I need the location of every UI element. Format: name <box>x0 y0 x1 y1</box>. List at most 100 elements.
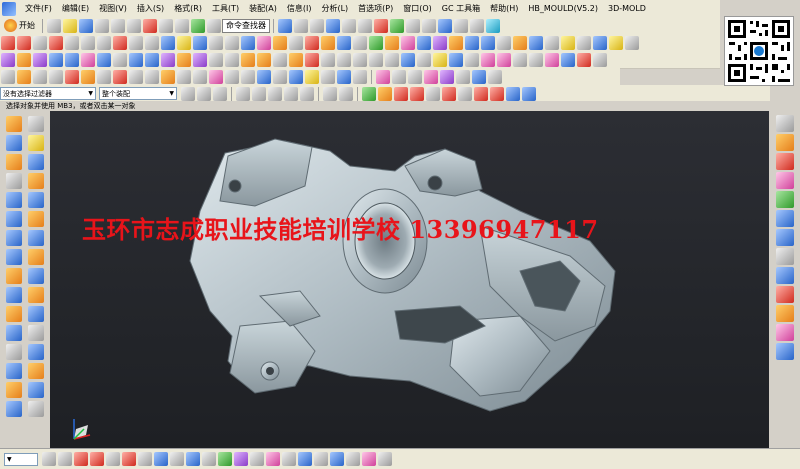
constraint-navigator-icon[interactable] <box>6 135 22 151</box>
curve-analysis-icon[interactable] <box>193 69 207 84</box>
polygon-icon[interactable] <box>129 35 143 50</box>
sphere-feature-icon[interactable] <box>577 35 591 50</box>
angle-icon[interactable] <box>241 69 255 84</box>
pattern-face-icon[interactable] <box>369 52 383 67</box>
menu-edit[interactable]: 编辑(E) <box>57 3 94 14</box>
gate-icon[interactable] <box>28 325 44 341</box>
tools-panel-icon[interactable] <box>776 286 794 303</box>
movie-icon[interactable] <box>170 452 184 466</box>
standard-part-icon[interactable] <box>28 249 44 265</box>
unsuppress-feature-icon[interactable] <box>81 69 95 84</box>
cylinder-icon[interactable] <box>545 35 559 50</box>
pocket-tool-icon[interactable] <box>28 363 44 379</box>
lifter-icon[interactable] <box>28 287 44 303</box>
delete-icon[interactable] <box>143 18 157 33</box>
bridge-curve-icon[interactable] <box>273 35 287 50</box>
window-icon[interactable] <box>454 18 468 33</box>
cube-icon[interactable] <box>28 154 44 170</box>
point-constructor-icon[interactable] <box>74 452 88 466</box>
intersect-icon[interactable] <box>33 52 47 67</box>
studio-icon[interactable] <box>362 452 376 466</box>
revolve-icon[interactable] <box>481 35 495 50</box>
linked-face-icon[interactable] <box>353 52 367 67</box>
wrap-curve-icon[interactable] <box>369 35 383 50</box>
mirror-feature-icon[interactable] <box>193 52 207 67</box>
point-icon[interactable] <box>65 35 79 50</box>
select-all-icon[interactable] <box>213 86 227 101</box>
remove-parameters-icon[interactable] <box>97 69 111 84</box>
slider-icon[interactable] <box>28 268 44 284</box>
hide-icon[interactable] <box>392 69 406 84</box>
project-curve-icon[interactable] <box>177 35 191 50</box>
rotate-icon[interactable] <box>310 18 324 33</box>
measure-icon[interactable] <box>486 18 500 33</box>
hole-icon[interactable] <box>593 35 607 50</box>
mass-properties-icon[interactable] <box>257 69 271 84</box>
cylinder-analysis-icon[interactable] <box>289 69 303 84</box>
history-icon[interactable] <box>6 230 22 246</box>
menu-hb-mould[interactable]: HB_MOULD(V5.2) <box>523 4 603 13</box>
edit-feature-icon[interactable] <box>17 69 31 84</box>
synchronous-icon[interactable] <box>337 52 351 67</box>
runner-icon[interactable] <box>28 344 44 360</box>
bounded-plane-icon[interactable] <box>465 52 479 67</box>
block-library-icon[interactable] <box>28 230 44 246</box>
control-point-icon[interactable] <box>410 86 424 101</box>
part-list-icon[interactable] <box>776 153 794 170</box>
snap-icon[interactable] <box>470 18 484 33</box>
draft-icon[interactable] <box>97 52 111 67</box>
chart-icon[interactable] <box>776 191 794 208</box>
move-object-icon[interactable] <box>1 69 15 84</box>
intersection-point-icon[interactable] <box>426 86 440 101</box>
trim-curve-icon[interactable] <box>209 35 223 50</box>
point-on-curve-icon[interactable] <box>490 86 504 101</box>
intersection-curve-icon[interactable] <box>193 35 207 50</box>
suppress-feature-icon[interactable] <box>65 69 79 84</box>
sphere-icon[interactable] <box>406 18 420 33</box>
menu-window[interactable]: 窗口(O) <box>398 3 437 14</box>
studio-surface-icon[interactable] <box>449 52 463 67</box>
menu-tools[interactable]: 工具(T) <box>207 3 244 14</box>
tool-icon[interactable] <box>28 211 44 227</box>
move-face-icon[interactable] <box>257 52 271 67</box>
datum-axis-icon[interactable] <box>401 35 415 50</box>
distance-icon[interactable] <box>225 69 239 84</box>
palette-icon[interactable] <box>6 344 22 360</box>
section-curve-icon[interactable] <box>353 35 367 50</box>
mold-wizard-icon[interactable] <box>6 363 22 379</box>
datum-csys-icon[interactable] <box>417 35 431 50</box>
extract-curve-icon[interactable] <box>257 35 271 50</box>
menu-format[interactable]: 格式(R) <box>169 3 207 14</box>
extrude-icon[interactable] <box>465 35 479 50</box>
object-display-icon[interactable] <box>376 69 390 84</box>
perspective-icon[interactable] <box>378 452 392 466</box>
menu-file[interactable]: 文件(F) <box>20 3 57 14</box>
command-finder-input[interactable]: 命令查找器 <box>222 18 270 33</box>
die-wizard-icon[interactable] <box>6 382 22 398</box>
reuse-library-icon[interactable] <box>6 173 22 189</box>
plane-constructor-icon[interactable] <box>106 452 120 466</box>
fillet-curve-icon[interactable] <box>97 35 111 50</box>
tube-icon[interactable] <box>513 35 527 50</box>
web-icon[interactable] <box>776 210 794 227</box>
gear-icon[interactable] <box>28 192 44 208</box>
feature-parameters-icon[interactable] <box>33 69 47 84</box>
offset-curve-icon[interactable] <box>161 35 175 50</box>
show-icon[interactable] <box>408 69 422 84</box>
clearance-icon[interactable] <box>282 452 296 466</box>
section-view-icon[interactable] <box>298 452 312 466</box>
bounded-grid-point-icon[interactable] <box>522 86 536 101</box>
cone-icon[interactable] <box>561 35 575 50</box>
face-rule-icon[interactable] <box>236 86 250 101</box>
properties-icon[interactable] <box>488 69 502 84</box>
line-icon[interactable] <box>1 35 15 50</box>
undo-icon[interactable] <box>159 18 173 33</box>
hd3d-tools-icon[interactable] <box>6 192 22 208</box>
ruled-surface-icon[interactable] <box>481 52 495 67</box>
isoparametric-curve-icon[interactable] <box>337 35 351 50</box>
menu-analysis[interactable]: 分析(L) <box>316 3 353 14</box>
datum-plane-icon[interactable] <box>385 35 399 50</box>
shaded-icon[interactable] <box>314 452 328 466</box>
divide-curve-icon[interactable] <box>289 35 303 50</box>
trim-edge-icon[interactable] <box>113 69 127 84</box>
